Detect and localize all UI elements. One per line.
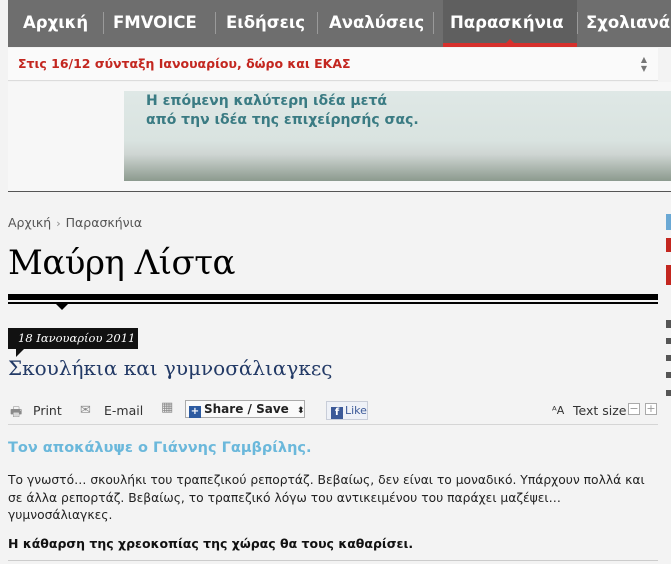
nav-item-news[interactable]: Ειδήσεις (226, 0, 305, 47)
sidebar-edge-block (666, 355, 671, 361)
banner-text-line-2: από την ιδέα της επιχείρησής σας. (146, 112, 419, 128)
banner-area: Η επόμενη καλύτερη ιδέα μετά από την ιδέ… (8, 82, 671, 192)
article-lead: Τον αποκάλυψε ο Γιάννης Γαμβρίλης. (8, 440, 312, 456)
title-rule (8, 294, 658, 300)
banner-text-line-1: Η επόμενη καλύτερη ιδέα μετά (146, 93, 388, 109)
nav-item-home[interactable]: Αρχική (23, 0, 88, 47)
email-icon[interactable]: ✉ (80, 403, 91, 418)
breadcrumb-separator: › (56, 217, 61, 230)
article-toolbar: 🖶 Print ✉ E-mail ▦ + Share / Save ⬍ f Like… (8, 398, 658, 425)
sidebar-edge-block (666, 214, 671, 230)
breadcrumb: Αρχική › Παρασκήνια (8, 215, 142, 230)
sidebar-edge-block (666, 320, 671, 328)
facebook-like-button[interactable]: f Like (326, 401, 368, 420)
page-title: Μαύρη Λίστα (8, 243, 235, 283)
facebook-like-label: Like (345, 404, 367, 417)
text-size-label: Text size (573, 403, 627, 418)
nav-separator (433, 12, 434, 34)
sidebar-edge-block (666, 372, 671, 378)
ticker-scroll-arrows-icon[interactable]: ▲ ▼ (638, 55, 650, 75)
email-link[interactable]: E-mail (104, 403, 143, 418)
ticker-headline[interactable]: Στις 16/12 σύνταξη Ιανουαρίου, δώρο και … (18, 56, 351, 71)
nav-separator (103, 12, 104, 34)
bottom-divider (8, 560, 658, 561)
advertisement-banner[interactable]: Η επόμενη καλύτερη ιδέα μετά από την ιδέ… (124, 91, 671, 181)
nav-separator (577, 12, 578, 34)
share-save-button[interactable]: + Share / Save ⬍ (185, 400, 305, 418)
bookmark-grid-icon[interactable]: ▦ (161, 400, 173, 415)
share-plus-icon: + (189, 406, 201, 418)
nav-separator (215, 12, 216, 34)
article-title[interactable]: Σκουλήκια και γυμνοσάλιαγκες (8, 356, 332, 380)
share-dropdown-icon: ⬍ (296, 406, 305, 416)
printer-icon[interactable]: 🖶 (10, 403, 22, 425)
title-rule-thin (8, 302, 658, 304)
breadcrumb-home[interactable]: Αρχική (8, 215, 51, 230)
title-rule-notch (55, 303, 69, 310)
nav-separator (317, 12, 318, 34)
text-size-decrease-button[interactable]: − (628, 403, 640, 415)
sidebar-edge-block (666, 390, 671, 396)
facebook-icon: f (331, 407, 343, 419)
sidebar-edge-block (666, 265, 671, 285)
nav-item-backstage[interactable]: Παρασκήνια (450, 0, 564, 47)
nav-item-fmvoice[interactable]: FMVOICE (113, 0, 197, 47)
nav-item-analyses[interactable]: Αναλύσεις (329, 0, 424, 47)
news-ticker: Στις 16/12 σύνταξη Ιανουαρίου, δώρο και … (8, 48, 658, 81)
right-sidebar-edge (666, 210, 671, 564)
nav-item-comments[interactable]: Σχολιανά (586, 0, 670, 47)
breadcrumb-current[interactable]: Παρασκήνια (66, 215, 142, 230)
sidebar-edge-block (666, 238, 671, 252)
article-bold-paragraph: Η κάθαρση της χρεοκοπίας της χώρας θα το… (8, 536, 414, 551)
print-link[interactable]: Print (33, 403, 62, 418)
text-size-increase-button[interactable]: + (645, 403, 657, 415)
text-size-icon: ᴬA (552, 404, 565, 417)
top-navigation: Αρχική FMVOICE Ειδήσεις Αναλύσεις Παρασκ… (8, 0, 671, 47)
article-date-badge: 18 Ιανουαρίου 2011 (8, 328, 138, 349)
share-save-label: Share / Save (204, 402, 289, 416)
sidebar-edge-block (666, 338, 671, 344)
article-body: Το γνωστό… σκουλήκι του τραπεζικού ρεπορ… (8, 473, 645, 522)
